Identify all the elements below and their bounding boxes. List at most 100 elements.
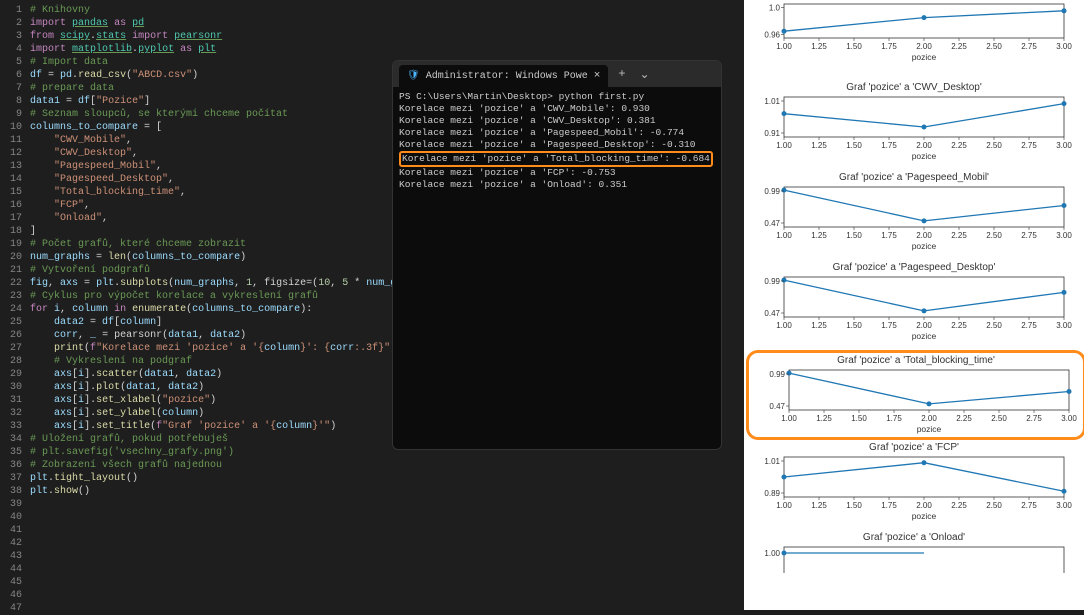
svg-text:1.50: 1.50 (846, 231, 862, 240)
svg-text:pozice: pozice (912, 511, 937, 521)
svg-text:2.00: 2.00 (916, 501, 932, 510)
svg-text:2.00: 2.00 (916, 42, 932, 51)
svg-text:1.75: 1.75 (886, 414, 902, 423)
svg-text:3.00: 3.00 (1056, 141, 1072, 150)
terminal-line: Korelace mezi 'pozice' a 'Pagespeed_Desk… (399, 139, 715, 151)
chart-1: Graf 'pozice' a 'CWV_Desktop'0.911.011.0… (744, 80, 1084, 170)
svg-text:2.00: 2.00 (916, 321, 932, 330)
svg-text:3.00: 3.00 (1056, 42, 1072, 51)
chart-5: Graf 'pozice' a 'FCP'0.891.011.001.251.5… (744, 440, 1084, 530)
svg-text:2.50: 2.50 (986, 42, 1002, 51)
terminal-line: Korelace mezi 'pozice' a 'CWV_Mobile': 0… (399, 103, 715, 115)
svg-text:2.75: 2.75 (1021, 321, 1037, 330)
svg-text:1.75: 1.75 (881, 141, 897, 150)
terminal-line: Korelace mezi 'pozice' a 'Pagespeed_Mobi… (399, 127, 715, 139)
svg-text:1.75: 1.75 (881, 42, 897, 51)
svg-text:2.75: 2.75 (1021, 42, 1037, 51)
svg-text:pozice: pozice (912, 241, 937, 251)
svg-text:0.96: 0.96 (764, 31, 780, 40)
new-tab-button[interactable]: + (614, 67, 629, 81)
svg-text:1.75: 1.75 (881, 501, 897, 510)
svg-text:pozice: pozice (912, 151, 937, 161)
code-line[interactable]: import matplotlib.pyplot as plt (30, 43, 740, 56)
svg-text:2.00: 2.00 (916, 141, 932, 150)
terminal-window[interactable]: 🛡 Administrator: Windows Powe × + ⌄ PS C… (392, 60, 722, 450)
svg-text:2.50: 2.50 (986, 321, 1002, 330)
terminal-line: Korelace mezi 'pozice' a 'CWV_Desktop': … (399, 115, 715, 127)
svg-text:1.01: 1.01 (764, 97, 780, 106)
svg-text:1.00: 1.00 (776, 501, 792, 510)
svg-text:0.99: 0.99 (769, 370, 785, 379)
code-line[interactable]: import pandas as pd (30, 17, 740, 30)
code-line[interactable]: # Zobrazení všech grafů najednou (30, 459, 740, 472)
chart-title: Graf 'pozice' a 'CWV_Desktop' (744, 80, 1084, 93)
svg-text:2.00: 2.00 (916, 231, 932, 240)
svg-text:2.25: 2.25 (951, 321, 967, 330)
svg-text:2.25: 2.25 (951, 501, 967, 510)
svg-text:1.00: 1.00 (776, 42, 792, 51)
svg-text:3.00: 3.00 (1056, 231, 1072, 240)
svg-text:2.75: 2.75 (1026, 414, 1042, 423)
chart-plot: 0.470.991.001.251.501.752.002.252.502.75… (744, 273, 1074, 341)
chart-plot: 0.470.991.001.251.501.752.002.252.502.75… (749, 366, 1079, 434)
svg-text:2.25: 2.25 (951, 42, 967, 51)
svg-text:2.50: 2.50 (991, 414, 1007, 423)
svg-text:0.89: 0.89 (764, 489, 780, 498)
svg-text:1.00: 1.00 (776, 321, 792, 330)
chart-2: Graf 'pozice' a 'Pagespeed_Mobil' 0.47 0.9… (744, 170, 1084, 260)
svg-text:1.50: 1.50 (846, 42, 862, 51)
line-gutter: 1234567891011121314151617181920212223242… (0, 0, 30, 610)
svg-text:0.91: 0.91 (764, 129, 780, 138)
svg-text:0.47: 0.47 (764, 219, 780, 228)
terminal-tab[interactable]: 🛡 Administrator: Windows Powe × (399, 65, 608, 87)
close-icon[interactable]: × (594, 70, 601, 82)
svg-text:1.50: 1.50 (846, 141, 862, 150)
svg-text:1.00: 1.00 (781, 414, 797, 423)
svg-text:1.75: 1.75 (881, 321, 897, 330)
terminal-line-highlighted: Korelace mezi 'pozice' a 'Total_blocking… (399, 151, 713, 167)
svg-text:1.25: 1.25 (811, 42, 827, 51)
charts-panel: 0.96 1.0 1.00 1.25 1.50 1.75 2.00 2.25 2.50 2.75 3… (744, 0, 1084, 610)
terminal-titlebar[interactable]: 🛡 Administrator: Windows Powe × + ⌄ (393, 61, 721, 87)
chart-title: Graf 'pozice' a 'Onload' (744, 530, 1084, 543)
svg-text:2.00: 2.00 (921, 414, 937, 423)
chart-title: Graf 'pozice' a 'Pagespeed_Mobil' (744, 170, 1084, 183)
terminal-line: Korelace mezi 'pozice' a 'Onload': 0.351 (399, 179, 715, 191)
svg-text:1.25: 1.25 (811, 501, 827, 510)
terminal-shield-icon: 🛡 (407, 70, 420, 82)
svg-text:2.50: 2.50 (986, 141, 1002, 150)
code-line[interactable]: plt.show() (30, 485, 740, 498)
svg-text:1.0: 1.0 (769, 3, 781, 12)
svg-text:2.25: 2.25 (956, 414, 972, 423)
svg-text:1.50: 1.50 (851, 414, 867, 423)
chart-3: Graf 'pozice' a 'Pagespeed_Desktop' 0.47 0… (744, 260, 1084, 350)
svg-text:3.00: 3.00 (1056, 321, 1072, 330)
svg-text:1.00: 1.00 (776, 231, 792, 240)
svg-text:pozice: pozice (912, 331, 937, 341)
svg-text:3.00: 3.00 (1061, 414, 1077, 423)
terminal-body[interactable]: PS C:\Users\Martin\Desktop> python first… (393, 87, 721, 195)
chart-plot: 0.911.011.001.251.501.752.002.252.502.75… (744, 93, 1074, 161)
code-line[interactable]: # Knihovny (30, 4, 740, 17)
svg-text:0.99: 0.99 (764, 277, 780, 286)
chart-plot: 0.96 1.0 1.00 1.25 1.50 1.75 2.00 2.25 2.50 2.75 3… (744, 0, 1074, 62)
terminal-prompt: PS C:\Users\Martin\Desktop> python first… (399, 91, 715, 103)
chart-0: 0.96 1.0 1.00 1.25 1.50 1.75 2.00 2.25 2.50 2.75 3… (744, 0, 1084, 80)
svg-text:1.01: 1.01 (764, 457, 780, 466)
code-line[interactable]: plt.tight_layout() (30, 472, 740, 485)
code-line[interactable]: from scipy.stats import pearsonr (30, 30, 740, 43)
terminal-title: Administrator: Windows Powe (426, 71, 588, 82)
tab-dropdown-icon[interactable]: ⌄ (636, 67, 654, 82)
chart-plot: 0.891.011.001.251.501.752.002.252.502.75… (744, 453, 1074, 521)
svg-text:1.50: 1.50 (846, 321, 862, 330)
chart-title: Graf 'pozice' a 'Pagespeed_Desktop' (744, 260, 1084, 273)
svg-text:2.25: 2.25 (951, 141, 967, 150)
svg-text:1.75: 1.75 (881, 231, 897, 240)
svg-text:1.25: 1.25 (811, 231, 827, 240)
chart-4: Graf 'pozice' a 'Total_blocking_time'0.4… (746, 350, 1084, 440)
svg-text:0.99: 0.99 (764, 187, 780, 196)
svg-text:0.47: 0.47 (764, 309, 780, 318)
svg-text:2.25: 2.25 (951, 231, 967, 240)
svg-text:2.50: 2.50 (986, 501, 1002, 510)
terminal-line: Korelace mezi 'pozice' a 'FCP': -0.753 (399, 167, 715, 179)
